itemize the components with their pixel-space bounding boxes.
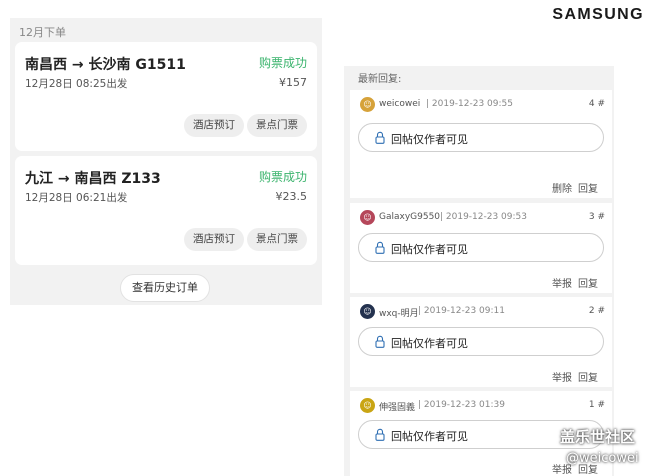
delete-button[interactable]: 删除 [552,180,572,195]
report-button[interactable]: 举报 [552,275,572,290]
reply-button[interactable]: 回复 [578,180,598,195]
order-status: 购票成功 [258,56,307,70]
hotel-booking-button[interactable]: 酒店预订 [184,114,244,137]
hidden-reply-box: 回帖仅作者可见 [358,233,604,262]
lock-icon [375,335,385,348]
reply-timestamp: | 2019-12-23 09:53 [440,212,527,222]
hotel-booking-button[interactable]: 酒店预订 [184,228,244,251]
order-status: 购票成功 [258,170,307,184]
user-avatar[interactable]: ☺ [360,398,375,413]
month-label: 12月下单 [19,26,66,39]
reply-username[interactable]: wxq-明月 [379,306,419,319]
reply-item: ☺ GalaxyG9550 | 2019-12-23 09:53 3 # 回帖仅… [350,203,612,293]
user-avatar[interactable]: ☺ [360,304,375,319]
reply-username[interactable]: weicowei [379,99,420,109]
reply-username[interactable]: GalaxyG9550 [379,212,440,222]
reply-floor: 2 # [588,306,605,316]
report-button[interactable]: 举报 [552,369,572,384]
order-route: 九江 → 南昌西 Z133 [25,171,161,187]
lock-icon [375,131,385,144]
watermark-user: @weicowei [566,451,639,466]
order-price: ¥157 [279,76,307,89]
replies-header: 最新回复: [358,74,402,85]
watermark-site: 盖乐世社区 [560,428,636,446]
hidden-reply-box: 回帖仅作者可见 [358,327,604,356]
reply-floor: 4 # [588,99,605,109]
order-depart-time: 12月28日 06:21出发 [25,192,128,204]
hidden-reply-box: 回帖仅作者可见 [358,123,604,152]
reply-button[interactable]: 回复 [578,275,598,290]
reply-username[interactable]: 伸强固義 [379,400,415,413]
reply-button[interactable]: 回复 [578,369,598,384]
order-card[interactable]: 南昌西 → 长沙南 G1511 购票成功 12月28日 08:25出发 ¥157… [15,42,317,151]
order-depart-time: 12月28日 08:25出发 [25,78,128,90]
order-card[interactable]: 九江 → 南昌西 Z133 购票成功 12月28日 06:21出发 ¥23.5 … [15,156,317,265]
reply-timestamp: | 2019-12-23 09:11 [418,306,505,316]
samsung-logo: SAMSUNG [552,6,644,23]
reply-item: ☺ weicowei | 2019-12-23 09:55 4 # 回帖仅作者可… [350,90,612,198]
hidden-reply-text: 回帖仅作者可见 [391,133,468,146]
user-avatar[interactable]: ☺ [360,97,375,112]
reply-floor: 3 # [588,212,605,222]
reply-timestamp: | 2019-12-23 01:39 [418,400,505,410]
hidden-reply-text: 回帖仅作者可见 [391,430,468,443]
order-price: ¥23.5 [275,190,308,203]
order-panel: 12月下单 南昌西 → 长沙南 G1511 购票成功 12月28日 08:25出… [10,18,322,305]
scenic-ticket-button[interactable]: 景点门票 [247,114,307,137]
hidden-reply-text: 回帖仅作者可见 [391,243,468,256]
user-avatar[interactable]: ☺ [360,210,375,225]
reply-item: ☺ wxq-明月 | 2019-12-23 09:11 2 # 回帖仅作者可见 … [350,297,612,387]
scenic-ticket-button[interactable]: 景点门票 [247,228,307,251]
replies-panel: 最新回复: ☺ weicowei | 2019-12-23 09:55 4 # … [344,66,614,476]
lock-icon [375,428,385,441]
order-route: 南昌西 → 长沙南 G1511 [25,57,186,73]
order-history-button[interactable]: 查看历史订单 [120,274,210,302]
reply-timestamp: | 2019-12-23 09:55 [426,99,513,109]
lock-icon [375,241,385,254]
hidden-reply-text: 回帖仅作者可见 [391,337,468,350]
reply-floor: 1 # [588,400,605,410]
